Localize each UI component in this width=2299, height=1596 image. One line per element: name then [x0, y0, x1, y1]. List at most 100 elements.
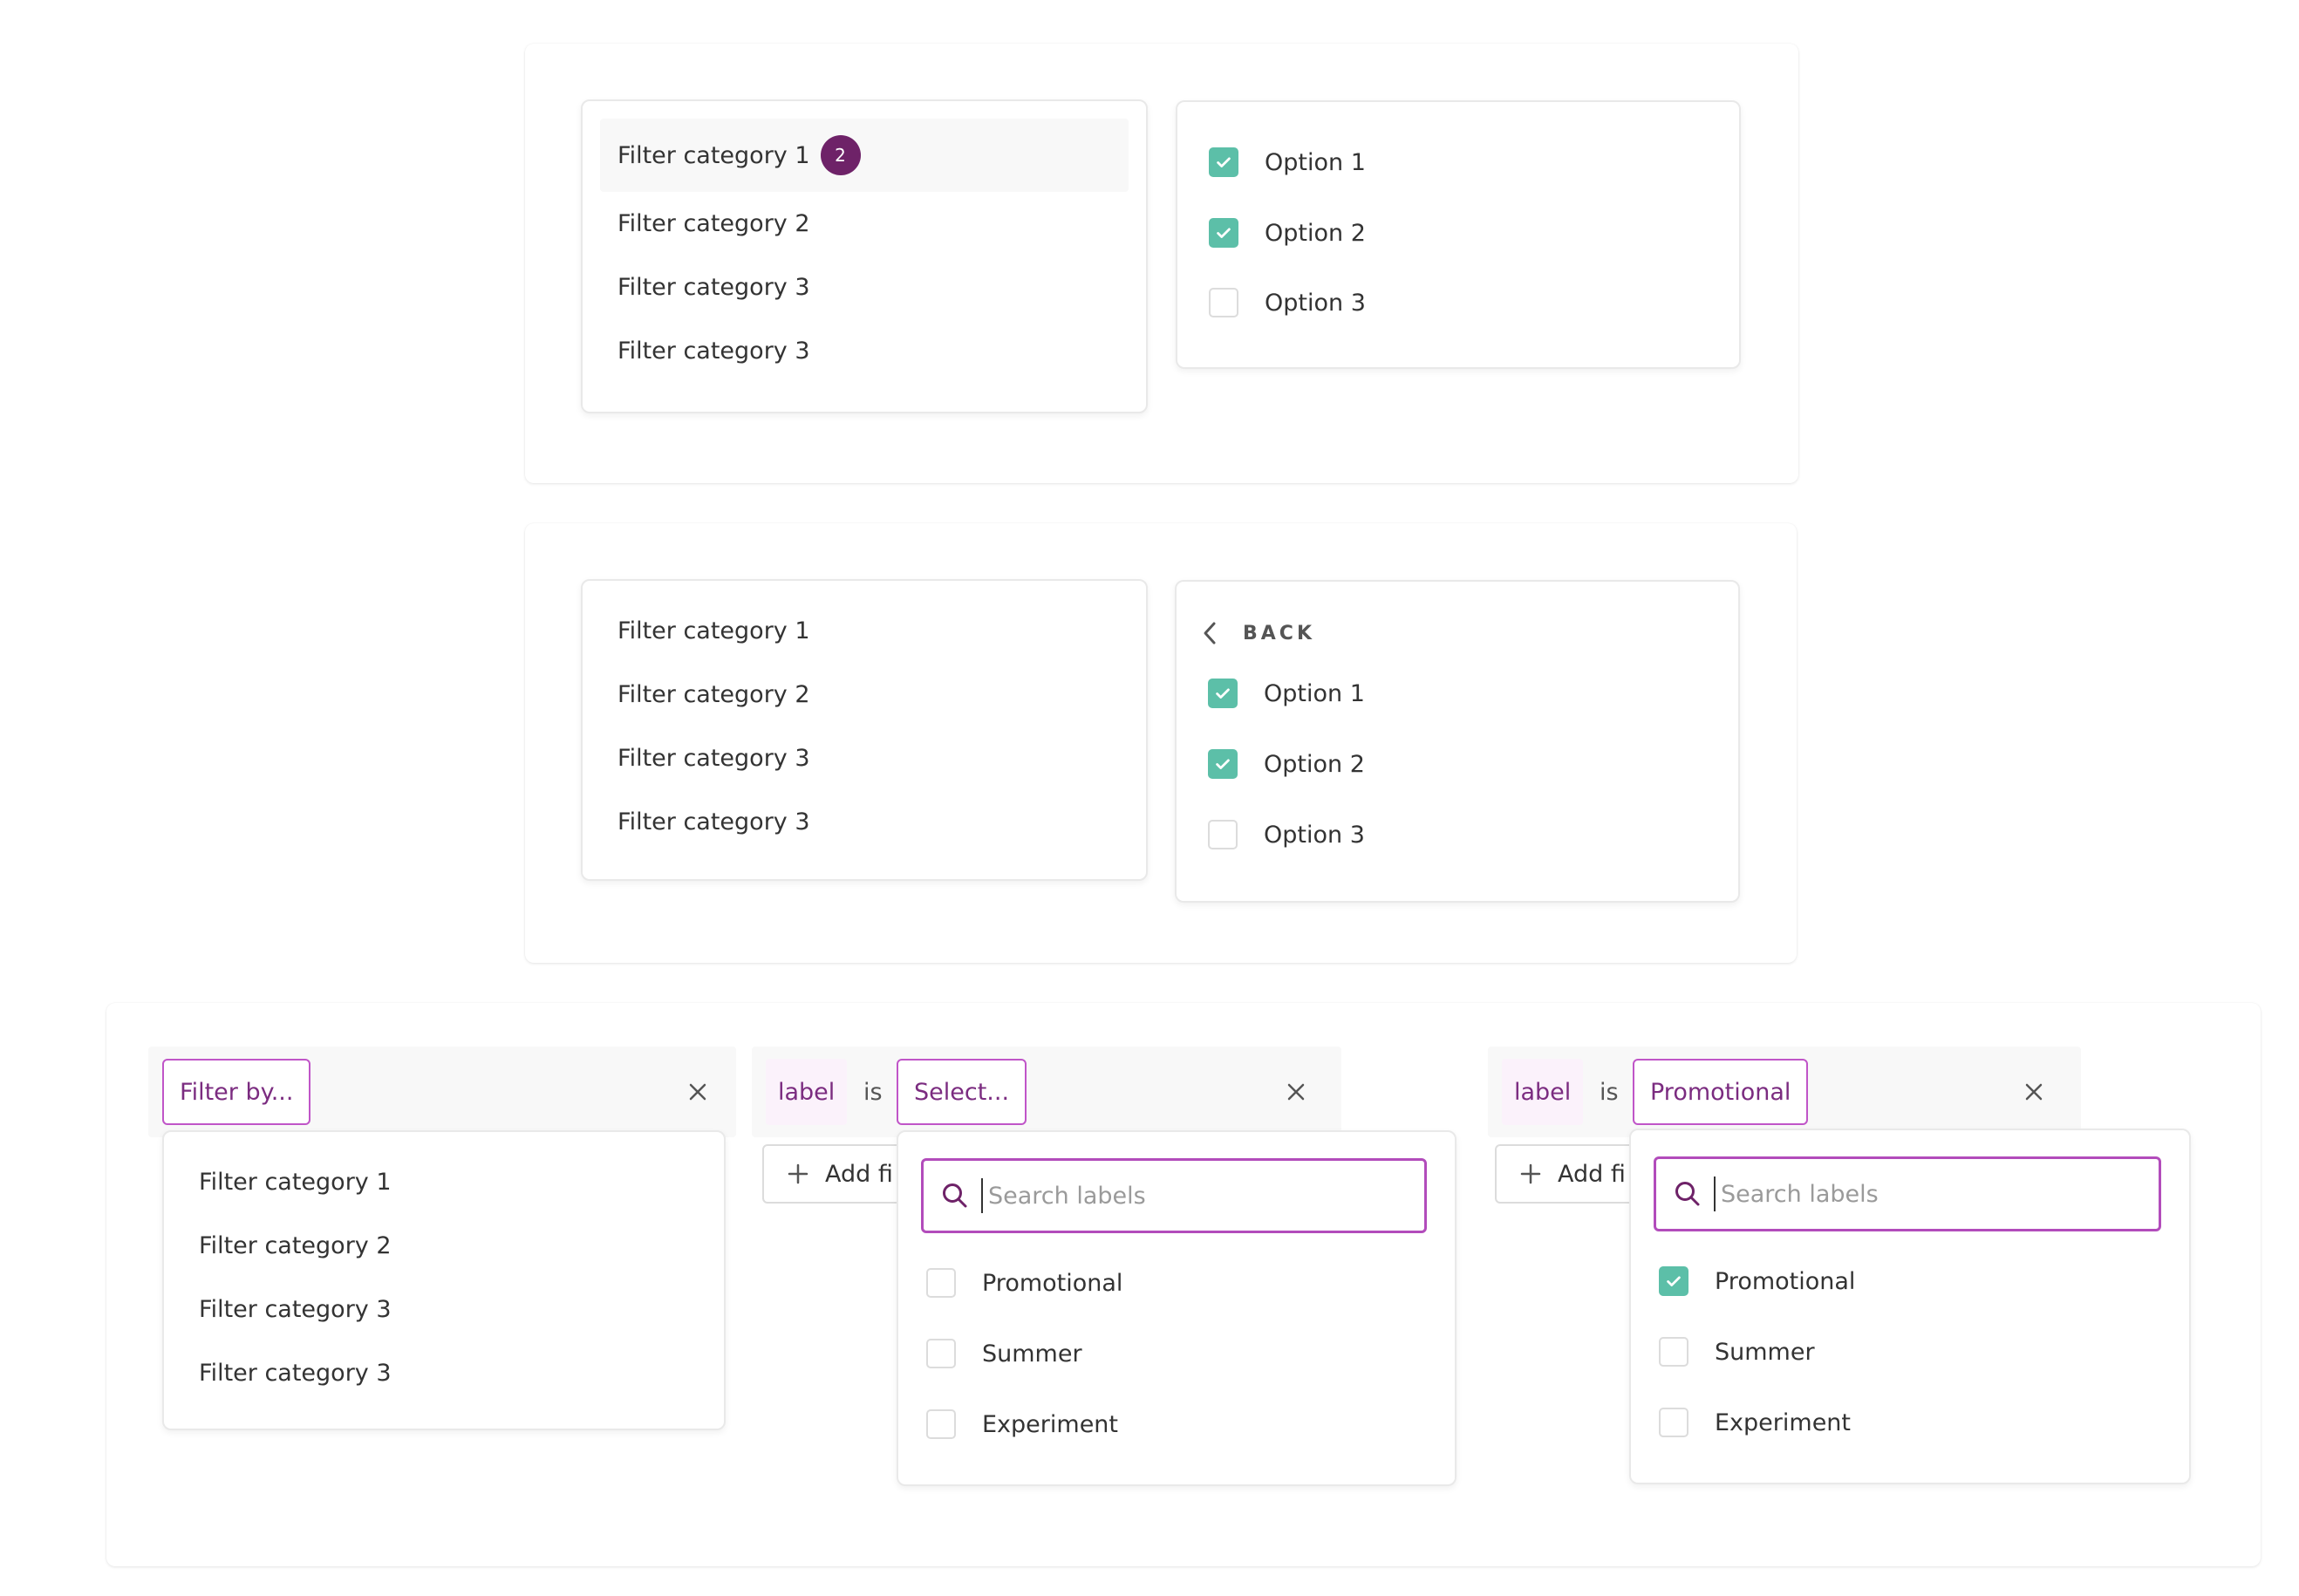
category-label: Filter category 1: [617, 141, 810, 169]
category-label: Filter category 2: [617, 209, 810, 237]
checkbox-unchecked[interactable]: [1208, 820, 1238, 849]
checkmark-icon: [1667, 1276, 1681, 1286]
category-label: Filter category 3: [617, 808, 810, 836]
close-icon[interactable]: [1280, 1076, 1312, 1108]
filter-bar-2: label is Select...: [752, 1047, 1341, 1137]
label-option-3[interactable]: Experiment: [926, 1409, 1118, 1439]
option-3[interactable]: Option 3: [1208, 820, 1365, 849]
option-1[interactable]: Option 1: [1208, 679, 1365, 708]
search-box[interactable]: [921, 1158, 1427, 1233]
checkmark-icon: [1216, 759, 1230, 769]
back-button[interactable]: BACK: [1201, 620, 1315, 646]
checkbox-checked[interactable]: [1209, 218, 1238, 248]
category-item-4[interactable]: Filter category 3: [600, 790, 1129, 853]
option-label: Promotional: [1715, 1267, 1856, 1295]
label-option-1[interactable]: Promotional: [926, 1268, 1122, 1298]
option-2[interactable]: Option 2: [1208, 749, 1365, 779]
option-label: Option 2: [1264, 750, 1365, 778]
label-option-1[interactable]: Promotional: [1659, 1266, 1855, 1296]
checkbox-unchecked[interactable]: [1659, 1408, 1688, 1437]
category-item-2[interactable]: Filter category 2: [181, 1214, 706, 1277]
option-label: Option 2: [1265, 219, 1366, 247]
category-item-3[interactable]: Filter category 3: [600, 255, 1129, 319]
label-tag: label: [1502, 1059, 1584, 1125]
option-2[interactable]: Option 2: [1209, 218, 1366, 248]
filter-panel-2: Filter category 1 Filter category 2 Filt…: [525, 523, 1797, 963]
checkbox-checked[interactable]: [1208, 749, 1238, 779]
plus-icon: [788, 1163, 808, 1184]
operator-text: is: [1600, 1078, 1619, 1106]
option-label: Option 1: [1264, 679, 1365, 707]
option-label: Experiment: [1715, 1408, 1852, 1436]
checkbox-unchecked[interactable]: [926, 1339, 956, 1368]
category-label: Filter category 3: [199, 1359, 392, 1387]
category-label: Filter category 3: [617, 337, 810, 365]
category-label: Filter category 2: [199, 1231, 392, 1259]
filter-bar-3: label is Promotional: [1488, 1047, 2081, 1137]
category-item-3[interactable]: Filter category 3: [181, 1277, 706, 1341]
category-label: Filter category 1: [199, 1168, 392, 1196]
option-label: Experiment: [982, 1410, 1119, 1438]
category-label: Filter category 2: [617, 680, 810, 708]
category-item-4[interactable]: Filter category 3: [600, 319, 1129, 382]
search-input[interactable]: [988, 1182, 1407, 1210]
add-filter-label: Add fi: [1558, 1160, 1626, 1188]
checkbox-checked[interactable]: [1659, 1266, 1688, 1296]
category-item-4[interactable]: Filter category 3: [181, 1341, 706, 1404]
category-item-2[interactable]: Filter category 2: [600, 192, 1129, 255]
filter-panel-3: Filter by... Filter category 1 Filter ca…: [106, 1003, 2261, 1566]
value-select-pill[interactable]: Promotional: [1633, 1059, 1809, 1125]
checkbox-checked[interactable]: [1209, 147, 1238, 177]
category-item-3[interactable]: Filter category 3: [600, 726, 1129, 790]
label-option-2[interactable]: Summer: [1659, 1337, 1815, 1367]
checkbox-unchecked[interactable]: [926, 1268, 956, 1298]
category-label: Filter category 3: [199, 1295, 392, 1323]
option-label: Option 1: [1265, 148, 1366, 176]
option-label: Option 3: [1264, 821, 1365, 849]
search-icon: [1675, 1182, 1700, 1206]
label-tag: label: [766, 1059, 848, 1125]
plus-icon: [1520, 1163, 1541, 1184]
checkmark-icon: [1217, 228, 1231, 238]
value-select-pill[interactable]: Select...: [897, 1059, 1027, 1125]
option-1[interactable]: Option 1: [1209, 147, 1366, 177]
count-badge: 2: [820, 135, 861, 175]
category-list: Filter category 1 2 Filter category 2 Fi…: [581, 99, 1148, 413]
category-list: Filter category 1 Filter category 2 Filt…: [581, 579, 1148, 881]
back-label: BACK: [1243, 622, 1315, 645]
option-label: Promotional: [982, 1269, 1123, 1297]
operator-text: is: [863, 1078, 883, 1106]
label-search-dropdown: Promotional Summer Experiment: [897, 1130, 1456, 1486]
option-label: Option 3: [1265, 289, 1366, 317]
label-search-dropdown: Promotional Summer Experiment: [1629, 1129, 2191, 1484]
search-icon: [943, 1183, 967, 1208]
category-item-1[interactable]: Filter category 1: [600, 598, 1129, 663]
label-option-3[interactable]: Experiment: [1659, 1408, 1851, 1437]
category-item-1[interactable]: Filter category 1: [181, 1149, 706, 1214]
option-label: Summer: [1715, 1338, 1815, 1366]
checkmark-icon: [1217, 157, 1231, 167]
label-option-2[interactable]: Summer: [926, 1339, 1082, 1368]
option-3[interactable]: Option 3: [1209, 288, 1366, 317]
checkmark-icon: [1216, 688, 1230, 699]
category-item-1[interactable]: Filter category 1 2: [600, 119, 1129, 192]
filter-category-menu: Filter category 1 Filter category 2 Filt…: [162, 1130, 726, 1430]
option-label: Summer: [982, 1340, 1082, 1368]
add-filter-label: Add fi: [825, 1160, 893, 1188]
checkbox-checked[interactable]: [1208, 679, 1238, 708]
add-filter-button[interactable]: Add fi: [762, 1144, 911, 1204]
add-filter-button[interactable]: Add fi: [1495, 1144, 1643, 1204]
category-item-2[interactable]: Filter category 2: [600, 663, 1129, 726]
checkbox-unchecked[interactable]: [1209, 288, 1238, 317]
close-icon[interactable]: [682, 1076, 713, 1108]
filter-by-pill[interactable]: Filter by...: [162, 1059, 311, 1125]
close-icon[interactable]: [2018, 1076, 2050, 1108]
search-input[interactable]: [1721, 1180, 2139, 1208]
search-box[interactable]: [1654, 1156, 2161, 1231]
checkbox-unchecked[interactable]: [1659, 1337, 1688, 1367]
filter-panel-1: Filter category 1 2 Filter category 2 Fi…: [525, 44, 1798, 483]
text-caret: [1714, 1177, 1716, 1211]
category-label: Filter category 1: [617, 617, 810, 645]
checkbox-unchecked[interactable]: [926, 1409, 956, 1439]
text-caret: [981, 1178, 983, 1213]
